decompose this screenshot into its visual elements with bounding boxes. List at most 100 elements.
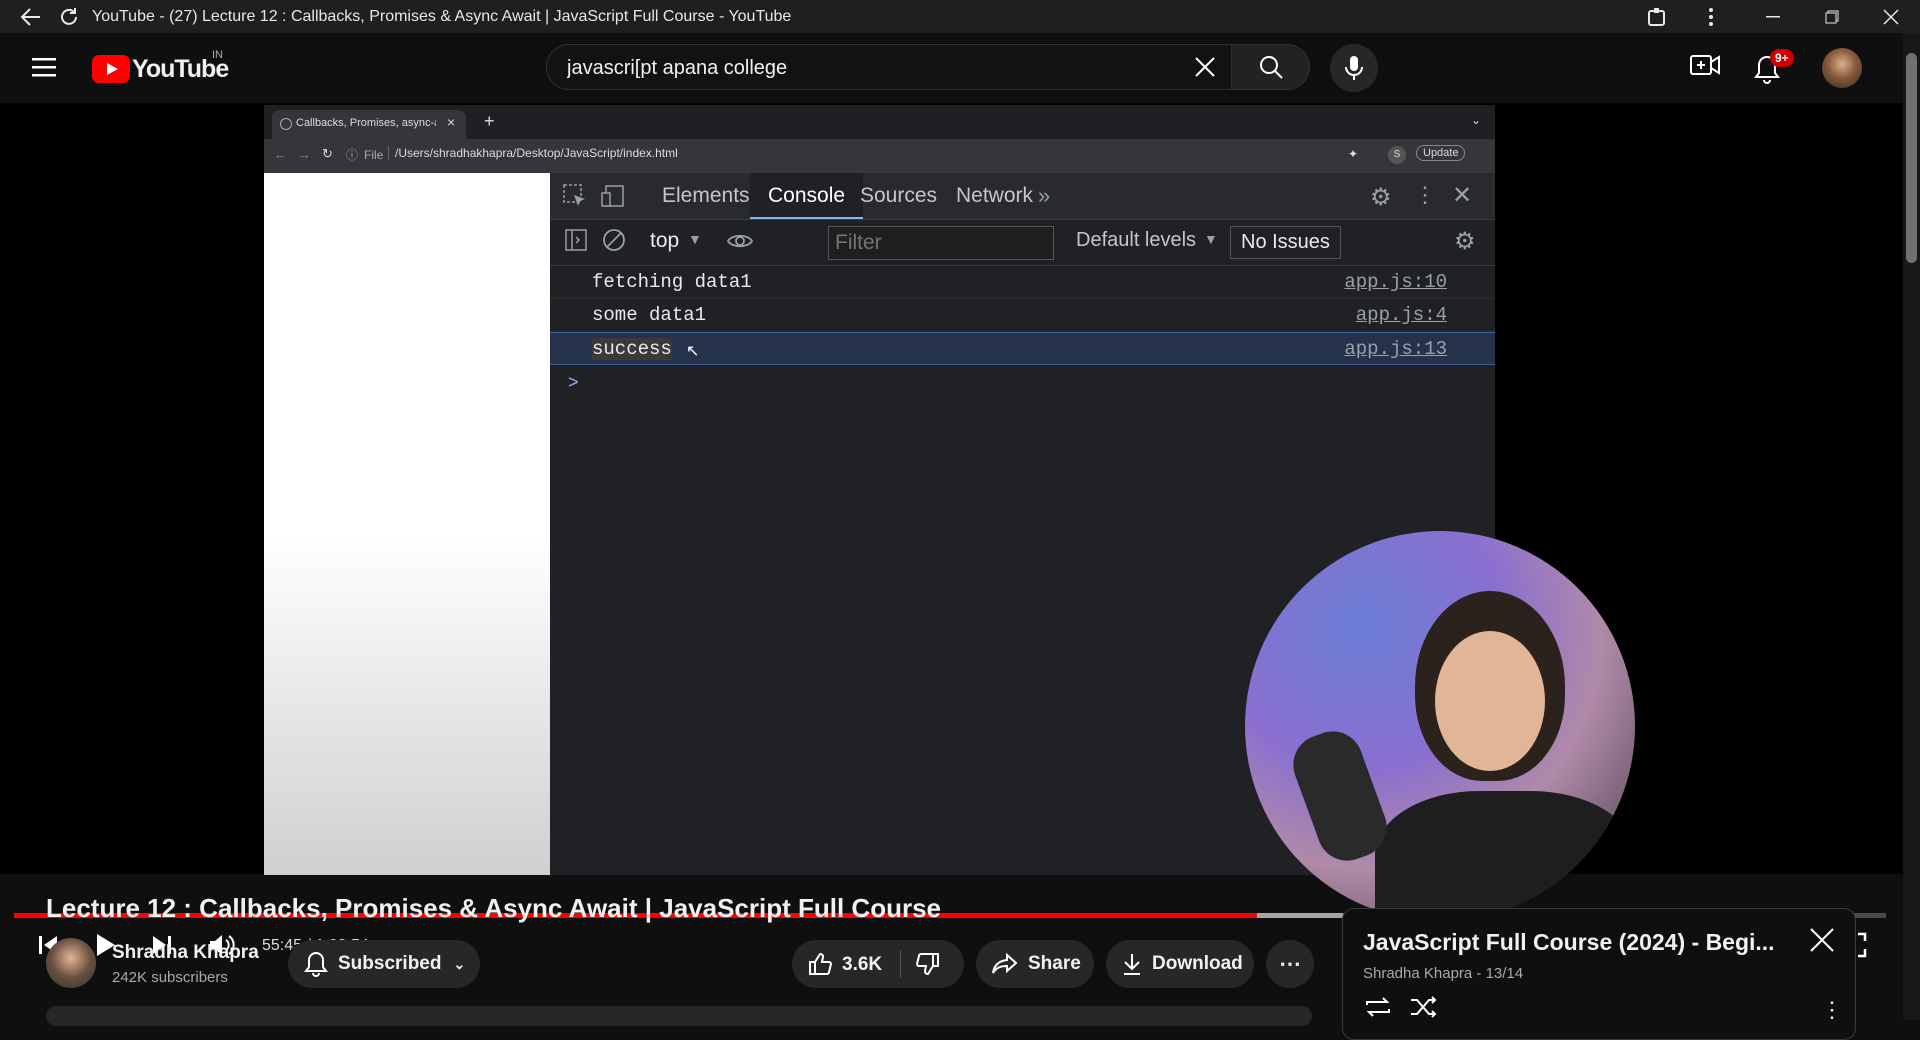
update-chip: Update — [1416, 145, 1466, 161]
download-label: Download — [1152, 953, 1243, 974]
subscribed-button[interactable]: Subscribed ⌄ — [288, 940, 480, 988]
log-source-link: app.js:10 — [1344, 271, 1447, 293]
shuffle-icon[interactable] — [1409, 995, 1439, 1019]
loop-icon[interactable] — [1363, 995, 1393, 1019]
video-player[interactable]: Callbacks, Promises, async-aw × + ⌄ ← → … — [0, 103, 1903, 962]
console-settings-icon: ⚙ — [1454, 228, 1476, 255]
minimize-icon[interactable] — [1760, 4, 1786, 30]
console-log-row: some data1 app.js:4 — [550, 299, 1495, 332]
devtools-settings-icon: ⚙ — [1370, 184, 1392, 211]
mouse-cursor-icon: ↖ — [686, 343, 700, 361]
presenter-body — [1375, 791, 1635, 921]
presenter-face — [1435, 631, 1545, 771]
more-vert-icon[interactable] — [1698, 4, 1724, 30]
dislike-icon[interactable] — [915, 952, 940, 982]
subscribed-label: Subscribed — [338, 953, 442, 974]
devtools-tab-bar: Elements Console Sources Network » ⚙ ⋮ ✕ — [550, 173, 1495, 220]
address-url: /Users/shradhakhapra/Desktop/JavaScript/… — [388, 146, 678, 160]
create-video-icon[interactable] — [1690, 53, 1724, 81]
clear-console-icon — [602, 228, 626, 252]
more-tabs-icon: » — [1038, 183, 1051, 208]
eye-icon — [726, 227, 754, 255]
browser-reload-icon: ↻ — [322, 146, 333, 161]
voice-search-button[interactable] — [1330, 44, 1378, 92]
playlist-more-icon[interactable]: ⋮ — [1821, 997, 1843, 1023]
browser-forward-icon: → — [298, 147, 311, 162]
devtools-more-icon: ⋮ — [1414, 182, 1436, 207]
console-prompt: > — [568, 372, 579, 392]
user-avatar[interactable] — [1822, 48, 1862, 88]
log-message: some data1 — [592, 304, 707, 326]
browser-back-icon: ← — [274, 147, 287, 162]
notifications-badge: 9+ — [1770, 49, 1794, 67]
devtools-close-icon: ✕ — [1452, 182, 1473, 209]
like-icon[interactable] — [808, 952, 833, 982]
device-toolbar-icon — [600, 183, 626, 209]
close-playlist-icon[interactable] — [1809, 927, 1839, 957]
search-input[interactable] — [565, 45, 1129, 91]
menu-icon[interactable] — [32, 53, 60, 81]
region-code: IN — [212, 49, 223, 61]
search-button[interactable] — [1232, 44, 1310, 90]
extensions-icon[interactable] — [1644, 4, 1670, 30]
page-scrollbar[interactable] — [1903, 33, 1920, 1020]
playlist-panel: JavaScript Full Course (2024) - Begi... … — [1342, 908, 1856, 1040]
address-prefix: File — [364, 148, 384, 162]
bell-icon — [304, 951, 328, 977]
log-source-link: app.js:13 — [1344, 338, 1447, 360]
scrollbar-thumb[interactable] — [1906, 53, 1917, 263]
video-title: Lecture 12 : Callbacks, Promises & Async… — [46, 893, 941, 923]
notifications-bell-icon[interactable]: 9+ — [1754, 49, 1794, 85]
share-button[interactable]: Share — [976, 940, 1094, 988]
webcam-overlay — [1245, 531, 1635, 921]
window-titlebar: YouTube - (27) Lecture 12 : Callbacks, P… — [0, 0, 1920, 33]
page-viewport — [264, 173, 550, 875]
youtube-header: YouTube IN 9+ — [0, 33, 1920, 103]
sidebar-toggle-icon — [564, 228, 588, 252]
console-toolbar: top ▼ Default levels ▼ No Issues ⚙ — [550, 219, 1495, 266]
back-arrow-icon[interactable] — [18, 4, 44, 30]
channel-name[interactable]: Shradha Khapra — [112, 942, 259, 964]
share-label: Share — [1028, 953, 1081, 974]
search-icon — [1259, 56, 1283, 79]
log-levels-selector: Default levels — [1076, 229, 1197, 251]
new-tab-icon: + — [484, 111, 495, 131]
like-count: 3.6K — [842, 954, 883, 975]
close-window-icon[interactable] — [1878, 4, 1904, 30]
console-filter-input — [828, 226, 1054, 260]
download-icon — [1124, 954, 1140, 975]
console-log-row-selected: success app.js:13 ↖ — [550, 332, 1495, 365]
info-icon: ⓘ — [346, 148, 359, 162]
restore-icon[interactable] — [1819, 4, 1845, 30]
search-box[interactable] — [546, 44, 1232, 91]
download-button[interactable]: Download — [1106, 940, 1254, 988]
globe-icon — [280, 118, 292, 130]
inspect-element-icon — [562, 183, 588, 209]
browser-tab: Callbacks, Promises, async-aw × — [272, 110, 466, 139]
context-selector: top — [650, 229, 680, 252]
microphone-icon — [1284, 722, 1396, 870]
dropdown-arrow-icon: ▼ — [688, 231, 702, 247]
log-message: fetching data1 — [592, 271, 752, 293]
browser-address-bar: ← → ↻ ⓘ File /Users/shradhakhapra/Deskto… — [264, 139, 1495, 173]
youtube-logo[interactable]: YouTube IN — [92, 49, 232, 85]
playlist-subtitle: Shradha Khapra - 13/14 — [1363, 965, 1524, 982]
description-box[interactable] — [46, 1006, 1312, 1026]
tab-close-icon: × — [447, 114, 456, 130]
subscriber-count: 242K subscribers — [112, 969, 228, 986]
log-message: success — [592, 338, 672, 360]
console-log-row: fetching data1 app.js:10 — [550, 266, 1495, 299]
share-icon — [992, 953, 1018, 974]
channel-avatar[interactable] — [46, 938, 96, 988]
clear-search-icon[interactable] — [1193, 55, 1217, 79]
issues-button: No Issues — [1230, 226, 1341, 259]
like-dislike-group: 3.6K — [792, 940, 964, 988]
more-actions-button[interactable]: ⋯ — [1266, 940, 1314, 988]
divider — [900, 950, 901, 978]
reload-icon[interactable] — [56, 4, 82, 30]
devtools-tab-elements: Elements — [662, 184, 750, 207]
mic-icon — [1345, 56, 1363, 80]
playlist-title[interactable]: JavaScript Full Course (2024) - Begi... — [1363, 929, 1775, 956]
browser-tab-strip: Callbacks, Promises, async-aw × + ⌄ — [264, 105, 1495, 139]
devtools-tab-network: Network — [956, 184, 1034, 207]
